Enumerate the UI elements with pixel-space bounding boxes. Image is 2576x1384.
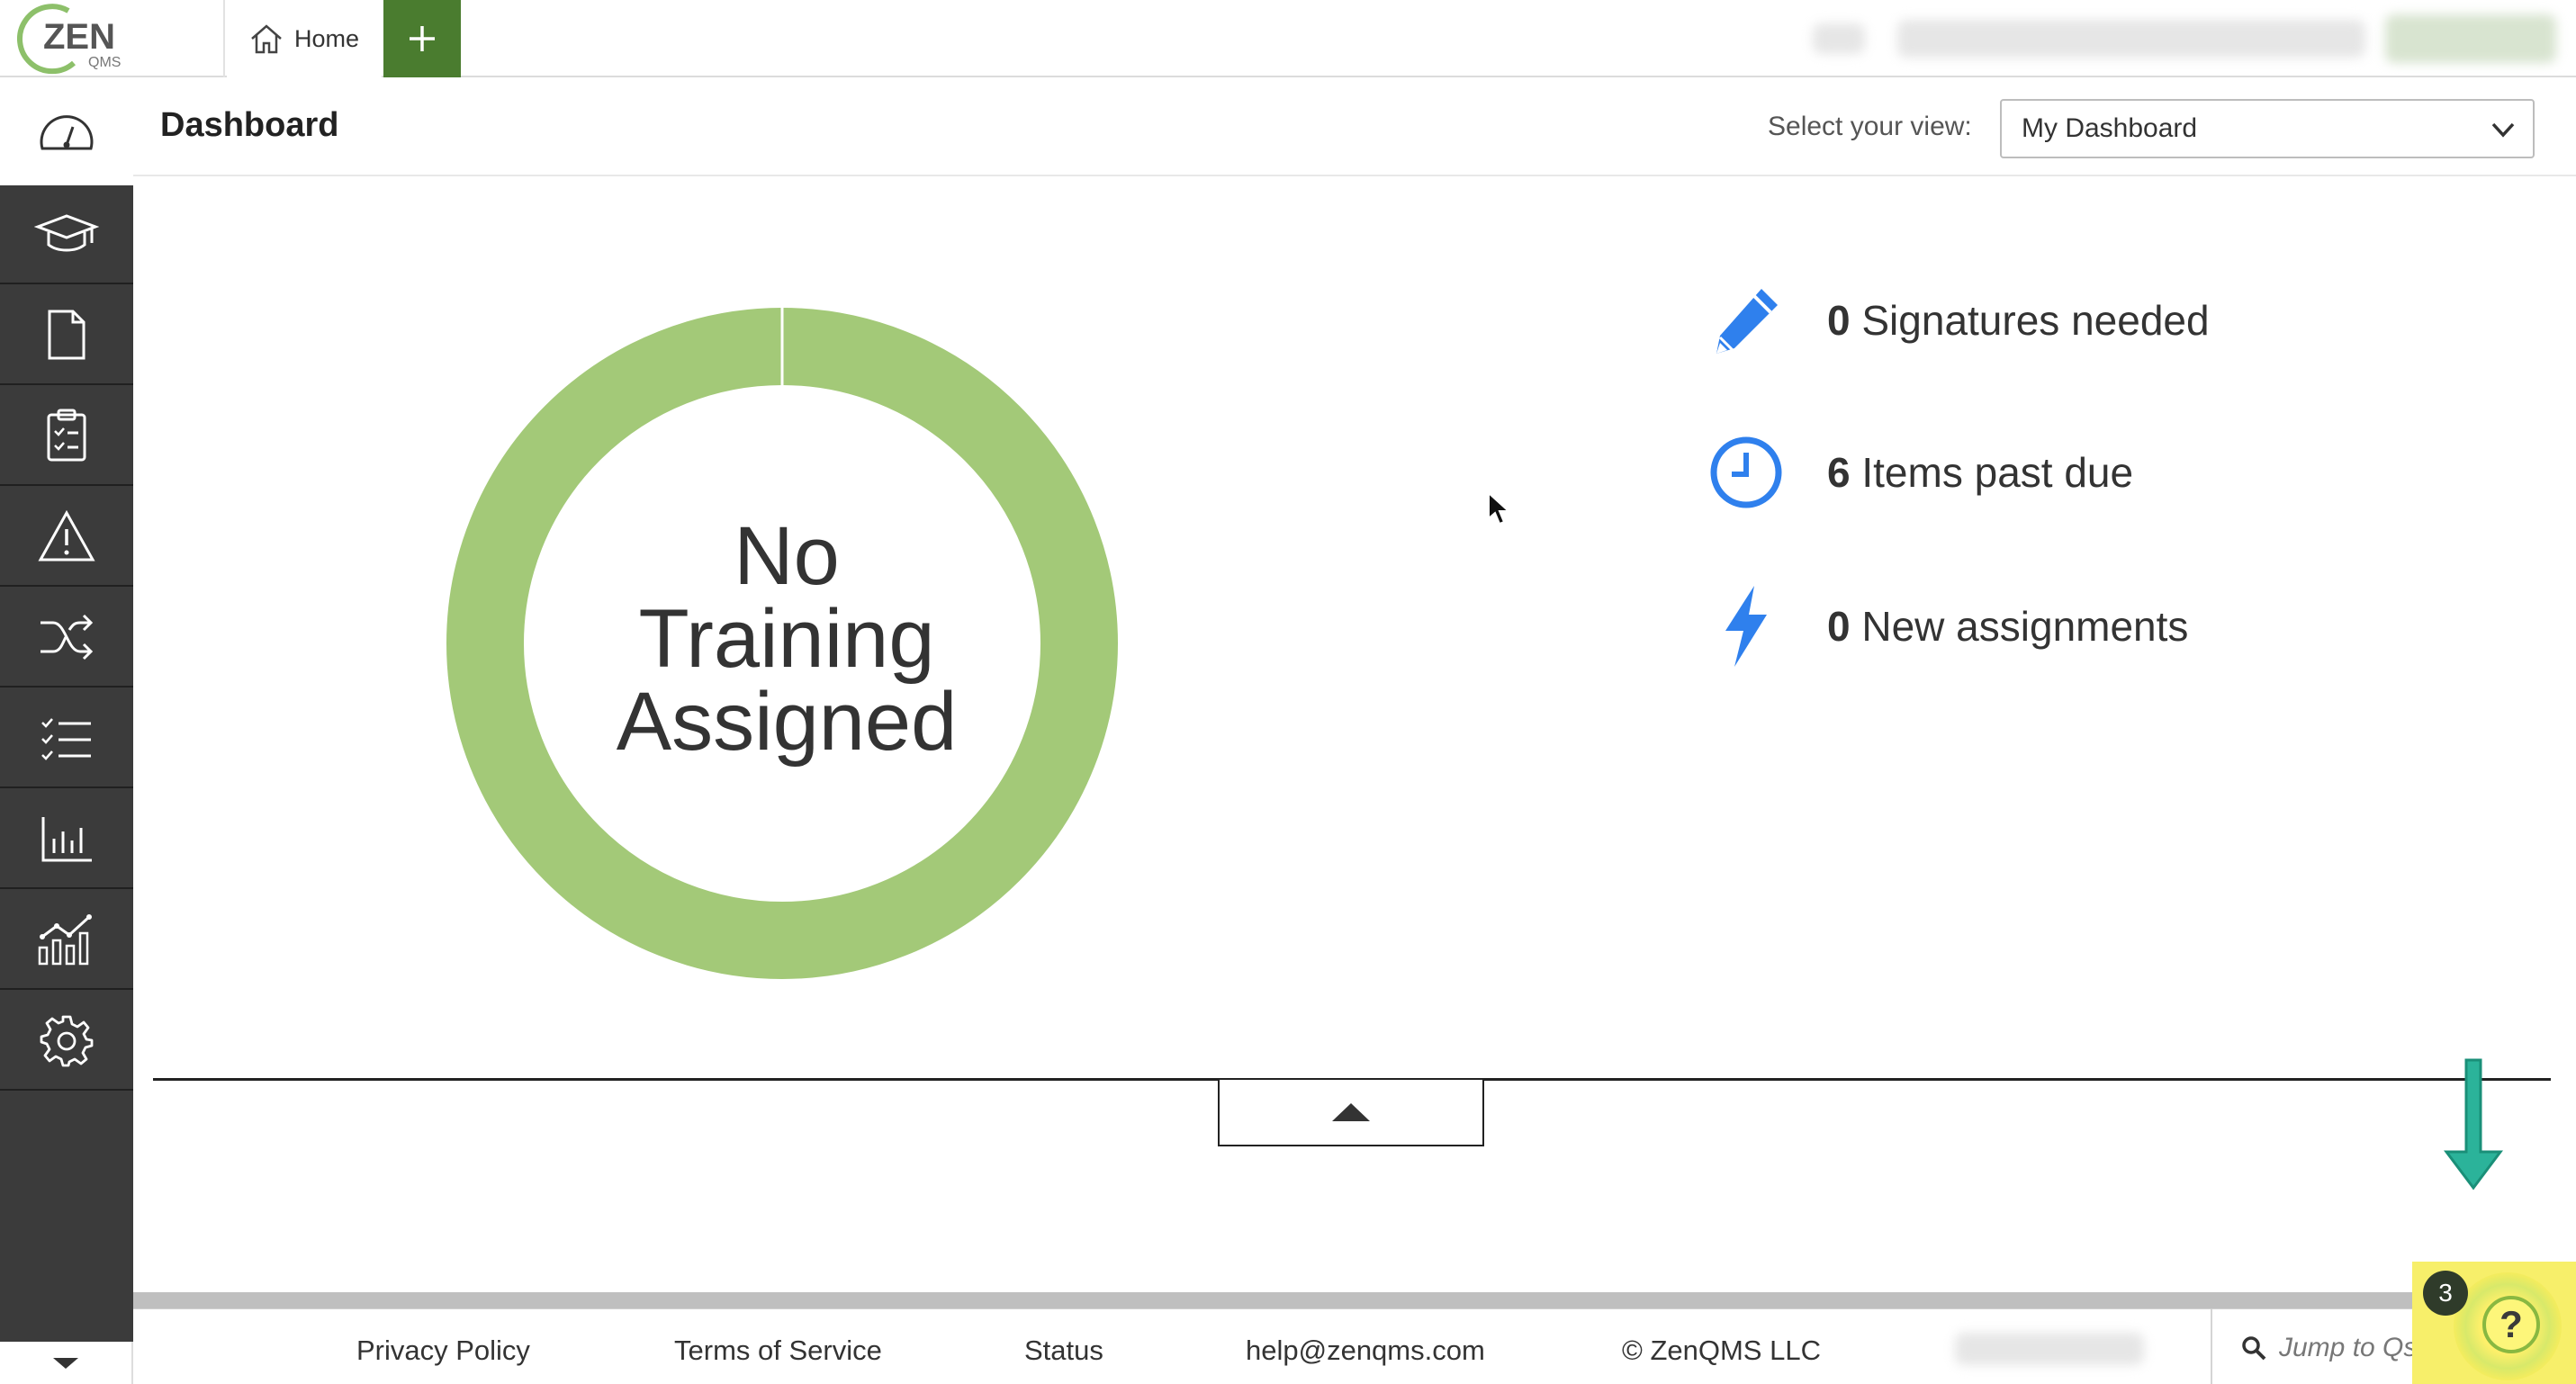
donut-center-label: No Training Assigned [517, 515, 1057, 763]
view-select[interactable]: My Dashboard [2000, 99, 2535, 158]
redacted-user-menu[interactable] [2385, 14, 2556, 63]
svg-text:ZEN: ZEN [43, 17, 115, 57]
top-bar: ZEN QMS Home [0, 0, 2576, 77]
sidebar-item-training[interactable] [0, 185, 133, 284]
redacted-version [1955, 1333, 2144, 1365]
stat-label: New assignments [1861, 603, 2189, 650]
chevron-down-icon [53, 1357, 78, 1369]
donut-label-line: Training [638, 593, 935, 685]
footer-separator [133, 1292, 2576, 1308]
sidebar-item-reports[interactable] [0, 790, 133, 889]
shuffle-icon [41, 614, 94, 661]
lightning-icon [1701, 581, 1791, 671]
bar-chart-icon [41, 817, 92, 862]
chevron-down-icon [2491, 122, 2515, 138]
privacy-policy-link[interactable]: Privacy Policy [356, 1335, 530, 1367]
help-notification-badge: 3 [2423, 1271, 2468, 1316]
tab-home[interactable]: Home [227, 0, 382, 77]
arrow-down-icon [2444, 1058, 2503, 1191]
stat-count: 0 [1827, 603, 1851, 650]
stat-new-assignments[interactable]: 0 New assignments [1701, 581, 2188, 671]
trend-chart-icon [38, 914, 92, 966]
stat-label: Items past due [1861, 449, 2134, 496]
sidebar [0, 79, 133, 1384]
stat-label: Signatures needed [1861, 297, 2210, 344]
document-icon [48, 310, 86, 360]
home-icon [251, 24, 282, 54]
add-tab-button[interactable] [383, 0, 461, 77]
sidebar-item-settings[interactable] [0, 992, 133, 1091]
help-button[interactable]: ? [2482, 1296, 2540, 1353]
redacted-notification[interactable] [1813, 23, 1865, 54]
footer-divider [2211, 1309, 2212, 1384]
sidebar-item-change-control[interactable] [0, 589, 133, 688]
donut-label-line: Assigned [616, 676, 958, 768]
sidebar-item-audits[interactable] [0, 387, 133, 486]
tab-home-label: Home [293, 24, 360, 52]
sidebar-expand-button[interactable] [0, 1342, 133, 1384]
stat-items-past-due[interactable]: 6 Items past due [1701, 427, 2133, 517]
sidebar-item-events[interactable] [0, 488, 133, 587]
donut-label-line: No [734, 510, 840, 602]
speedometer-icon [40, 115, 94, 150]
status-link[interactable]: Status [1024, 1335, 1103, 1367]
stat-count: 6 [1827, 449, 1851, 496]
stat-count: 0 [1827, 297, 1851, 344]
warning-icon [38, 509, 95, 562]
app-root: { "brand": { "logo_text": "ZEN", "logo_s… [0, 0, 2576, 1384]
sidebar-item-analytics[interactable] [0, 891, 133, 990]
svg-text:QMS: QMS [88, 55, 121, 70]
stat-signatures-needed[interactable]: 0 Signatures needed [1701, 275, 2210, 365]
redacted-company-name [1897, 20, 2365, 58]
clipboard-icon [47, 409, 86, 462]
mouse-cursor-icon [1488, 491, 1511, 526]
view-select-value: My Dashboard [2022, 113, 2198, 143]
caret-up-icon [1332, 1103, 1370, 1121]
search-icon [2242, 1336, 2266, 1361]
help-email-link[interactable]: help@zenqms.com [1246, 1335, 1485, 1367]
page-title: Dashboard [160, 106, 339, 144]
terms-of-service-link[interactable]: Terms of Service [674, 1335, 882, 1367]
logo[interactable]: ZEN QMS [0, 0, 225, 77]
plus-icon [410, 26, 435, 51]
gear-icon [40, 1015, 94, 1067]
checklist-icon [41, 718, 91, 760]
sidebar-item-dashboard[interactable] [0, 79, 133, 185]
clock-icon [1701, 427, 1791, 517]
view-select-label: Select your view: [1768, 112, 1972, 141]
collapse-button[interactable] [1218, 1080, 1484, 1146]
header-divider [133, 175, 2576, 176]
pencil-icon [1701, 275, 1791, 365]
sidebar-item-tasks[interactable] [0, 689, 133, 788]
graduation-cap-icon [34, 214, 99, 252]
zenqms-logo-icon: ZEN QMS [17, 4, 121, 75]
footer: Privacy Policy Terms of Service Status h… [133, 1308, 2576, 1384]
copyright-text: © ZenQMS LLC [1622, 1335, 1821, 1366]
sidebar-item-documents[interactable] [0, 286, 133, 385]
